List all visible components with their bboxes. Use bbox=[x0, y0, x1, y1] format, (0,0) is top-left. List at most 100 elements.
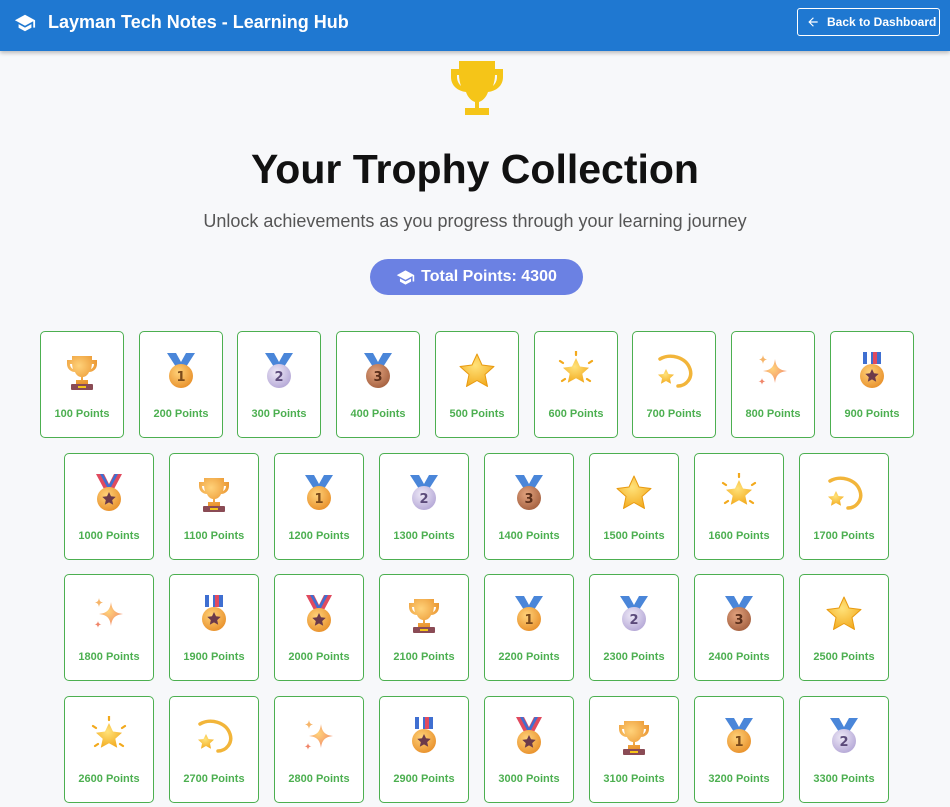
trophy-card[interactable]: 2800 Points bbox=[274, 696, 364, 803]
svg-text:2: 2 bbox=[629, 613, 638, 628]
trophy-card[interactable]: 1600 Points bbox=[694, 453, 784, 560]
sparkles-icon bbox=[89, 594, 129, 634]
military-medal-icon bbox=[404, 716, 444, 756]
trophy-card[interactable]: 2 300 Points bbox=[237, 331, 321, 438]
svg-text:2: 2 bbox=[274, 370, 283, 385]
trophy-points-label: 2400 Points bbox=[708, 651, 770, 663]
trophy-points-label: 300 Points bbox=[251, 408, 307, 420]
trophy-icon bbox=[404, 594, 444, 634]
trophy-card[interactable]: 3000 Points bbox=[484, 696, 574, 803]
trophy-points-label: 2300 Points bbox=[603, 651, 665, 663]
military-medal-icon bbox=[852, 351, 892, 391]
trophy-card[interactable]: 2600 Points bbox=[64, 696, 154, 803]
total-points-label: Total Points: 4300 bbox=[421, 268, 557, 285]
trophy-points-label: 800 Points bbox=[745, 408, 801, 420]
trophy-points-label: 1400 Points bbox=[498, 530, 560, 542]
trophy-card[interactable]: 2 1300 Points bbox=[379, 453, 469, 560]
trophy-points-label: 1800 Points bbox=[78, 651, 140, 663]
military-medal-icon bbox=[194, 594, 234, 634]
silver-medal-icon: 2 bbox=[404, 473, 444, 513]
svg-text:1: 1 bbox=[524, 613, 533, 628]
star-icon bbox=[824, 594, 864, 634]
sports-medal-icon bbox=[89, 473, 129, 513]
app-title: Layman Tech Notes - Learning Hub bbox=[48, 12, 349, 32]
trophy-card[interactable]: 1000 Points bbox=[64, 453, 154, 560]
trophy-card[interactable]: 1 3200 Points bbox=[694, 696, 784, 803]
trophy-points-label: 2200 Points bbox=[498, 651, 560, 663]
trophy-card[interactable]: 2 2300 Points bbox=[589, 574, 679, 681]
trophy-card[interactable]: 800 Points bbox=[731, 331, 815, 438]
sparkles-icon bbox=[753, 351, 793, 391]
svg-text:1: 1 bbox=[176, 370, 185, 385]
sports-medal-icon bbox=[299, 594, 339, 634]
trophy-points-label: 2900 Points bbox=[393, 773, 455, 785]
page-subtitle: Unlock achievements as you progress thro… bbox=[203, 211, 747, 231]
gold-medal-icon: 1 bbox=[299, 473, 339, 513]
trophy-points-label: 2100 Points bbox=[393, 651, 455, 663]
svg-text:2: 2 bbox=[419, 492, 428, 507]
trophy-points-label: 3200 Points bbox=[708, 773, 770, 785]
trophy-points-label: 700 Points bbox=[646, 408, 702, 420]
svg-text:3: 3 bbox=[524, 492, 533, 507]
trophy-card[interactable]: 1 2200 Points bbox=[484, 574, 574, 681]
trophy-card[interactable]: 1900 Points bbox=[169, 574, 259, 681]
trophy-points-label: 500 Points bbox=[449, 408, 505, 420]
trophy-card[interactable]: 1100 Points bbox=[169, 453, 259, 560]
trophy-points-label: 2700 Points bbox=[183, 773, 245, 785]
top-app-bar: Layman Tech Notes - Learning Hub Back to… bbox=[0, 0, 950, 51]
gold-medal-icon: 1 bbox=[509, 594, 549, 634]
trophy-card[interactable]: 1 200 Points bbox=[139, 331, 223, 438]
trophy-card[interactable]: 2 3300 Points bbox=[799, 696, 889, 803]
trophy-icon bbox=[62, 351, 102, 391]
trophy-icon bbox=[451, 61, 503, 115]
trophy-card[interactable]: 1700 Points bbox=[799, 453, 889, 560]
trophy-card[interactable]: 500 Points bbox=[435, 331, 519, 438]
trophy-points-label: 3100 Points bbox=[603, 773, 665, 785]
trophy-points-label: 100 Points bbox=[54, 408, 110, 420]
sparkles-icon bbox=[299, 716, 339, 756]
trophy-card[interactable]: 3100 Points bbox=[589, 696, 679, 803]
trophy-card[interactable]: 1800 Points bbox=[64, 574, 154, 681]
bronze-medal-icon: 3 bbox=[719, 594, 759, 634]
trophy-card[interactable]: 700 Points bbox=[632, 331, 716, 438]
trophy-points-label: 200 Points bbox=[153, 408, 209, 420]
trophy-card[interactable]: 2000 Points bbox=[274, 574, 364, 681]
trophy-card[interactable]: 100 Points bbox=[40, 331, 124, 438]
trophy-card[interactable]: 3 1400 Points bbox=[484, 453, 574, 560]
trophy-points-label: 2000 Points bbox=[288, 651, 350, 663]
trophy-card[interactable]: 2900 Points bbox=[379, 696, 469, 803]
trophy-card[interactable]: 3 2400 Points bbox=[694, 574, 784, 681]
star-icon bbox=[457, 351, 497, 391]
graduation-cap-icon bbox=[396, 269, 415, 285]
glowing-star-icon bbox=[556, 349, 596, 391]
trophy-card[interactable]: 2500 Points bbox=[799, 574, 889, 681]
silver-medal-icon: 2 bbox=[259, 351, 299, 391]
svg-text:1: 1 bbox=[734, 735, 743, 750]
trophy-points-label: 3000 Points bbox=[498, 773, 560, 785]
trophy-card[interactable]: 2100 Points bbox=[379, 574, 469, 681]
trophy-points-label: 1500 Points bbox=[603, 530, 665, 542]
trophy-points-label: 900 Points bbox=[844, 408, 900, 420]
trophy-points-label: 1600 Points bbox=[708, 530, 770, 542]
trophy-card[interactable]: 2700 Points bbox=[169, 696, 259, 803]
svg-text:3: 3 bbox=[373, 370, 382, 385]
trophy-card[interactable]: 1 1200 Points bbox=[274, 453, 364, 560]
arrow-left-icon bbox=[808, 17, 818, 27]
bronze-medal-icon: 3 bbox=[358, 351, 398, 391]
trophy-icon bbox=[194, 473, 234, 513]
trophy-points-label: 600 Points bbox=[548, 408, 604, 420]
trophy-points-label: 1200 Points bbox=[288, 530, 350, 542]
svg-text:2: 2 bbox=[839, 735, 848, 750]
gold-medal-icon: 1 bbox=[719, 716, 759, 756]
trophy-card[interactable]: 900 Points bbox=[830, 331, 914, 438]
trophy-card[interactable]: 600 Points bbox=[534, 331, 618, 438]
glowing-star-icon bbox=[89, 714, 129, 756]
trophy-points-label: 2500 Points bbox=[813, 651, 875, 663]
trophy-card[interactable]: 3 400 Points bbox=[336, 331, 420, 438]
trophy-card[interactable]: 1500 Points bbox=[589, 453, 679, 560]
back-button-label: Back to Dashboard bbox=[827, 15, 937, 29]
back-to-dashboard-button[interactable]: Back to Dashboard bbox=[797, 8, 940, 36]
trophy-points-label: 1100 Points bbox=[183, 530, 245, 542]
trophy-points-label: 1000 Points bbox=[78, 530, 140, 542]
page-title: Your Trophy Collection bbox=[251, 146, 699, 192]
